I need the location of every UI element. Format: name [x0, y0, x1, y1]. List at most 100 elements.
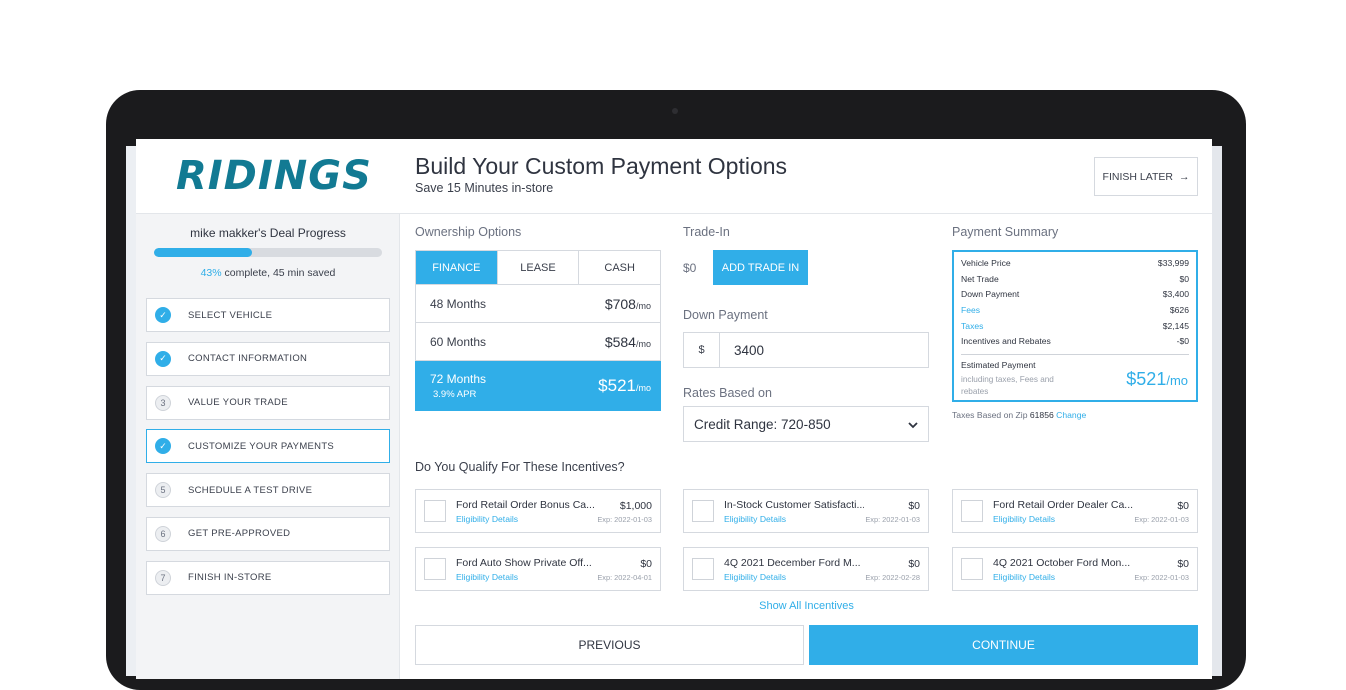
ridings-logo[interactable]: RIDINGS [176, 153, 372, 199]
incentive-card: In-Stock Customer Satisfacti... $0 Eligibi… [683, 489, 929, 533]
incentive-checkbox[interactable] [692, 558, 714, 580]
step-list: ✓ SELECT VEHICLE ✓ CONTACT INFORMATION 3 VALU… [146, 298, 390, 605]
tax-zip-code: 61856 [1029, 410, 1054, 420]
app-window: RIDINGS Build Your Custom Payment Option… [136, 139, 1212, 679]
webcam [672, 108, 678, 114]
step-item[interactable]: 3 VALUE YOUR TRADE [146, 385, 390, 420]
summary-link[interactable]: Taxes [961, 321, 983, 337]
arrow-right-icon: → [1178, 170, 1190, 183]
incentive-checkbox[interactable] [961, 500, 983, 522]
summary-key: Net Trade [961, 273, 999, 284]
estimated-payment-amount: $521 [1126, 369, 1167, 389]
trade-in-label: Trade-In [683, 225, 730, 239]
term-payment: $708/mo [605, 296, 651, 312]
incentive-checkbox[interactable] [424, 558, 446, 580]
eligibility-details-link[interactable]: Eligibility Details [993, 514, 1055, 524]
term-price: $584 [604, 333, 636, 350]
summary-divider [961, 354, 1189, 356]
down-payment-label: Down Payment [683, 308, 768, 322]
incentive-expiry: Exp: 2022-02-28 [865, 573, 920, 582]
summary-row: Vehicle Price $33,999 [961, 258, 1189, 274]
previous-button[interactable]: PREVIOUS [415, 625, 804, 665]
incentives-label: Do You Qualify For These Incentives? [415, 460, 625, 474]
summary-row: Down Payment $3,400 [961, 289, 1189, 305]
term-option[interactable]: 48 Months $708/mo [415, 285, 661, 323]
term-option[interactable]: 60 Months $584/mo [415, 323, 661, 361]
deal-progress-sidebar: mike makker's Deal Progress 43% complete… [136, 214, 400, 679]
finish-later-label: FINISH LATER [1102, 170, 1173, 183]
step-number: 5 [155, 482, 171, 499]
eligibility-details-link[interactable]: Eligibility Details [724, 572, 786, 582]
term-payment: $521/mo [598, 376, 651, 396]
trade-in-value: $0 [683, 261, 697, 275]
ownership-options-label: Ownership Options [415, 225, 522, 239]
eligibility-details-link[interactable]: Eligibility Details [456, 572, 518, 582]
progress-title: mike makker's Deal Progress [190, 226, 346, 240]
term-option[interactable]: 72 Months 3.9% APR $521/mo [415, 361, 661, 411]
incentive-checkbox[interactable] [692, 500, 714, 522]
chevron-down-icon [908, 417, 918, 432]
summary-value: -$0 [1176, 336, 1189, 347]
page-subtitle: Save 15 Minutes in-store [415, 181, 554, 195]
payment-summary-card: Vehicle Price $33,999 Net Trade $0 Down Paym… [952, 250, 1198, 402]
step-item[interactable]: ✓ SELECT VEHICLE [146, 298, 390, 332]
eligibility-details-link[interactable]: Eligibility Details [724, 514, 786, 524]
step-label: VALUE YOUR TRADE [188, 397, 288, 409]
incentive-name: Ford Retail Order Bonus Ca... [456, 499, 595, 511]
summary-value: $2,145 [1162, 320, 1189, 331]
payment-summary-label: Payment Summary [952, 225, 1059, 239]
incentive-card: Ford Auto Show Private Off... $0 Eligibili… [415, 547, 661, 591]
summary-key: Down Payment [961, 289, 1020, 300]
credit-range-select[interactable]: Credit Range: 720-850 [683, 406, 929, 442]
add-trade-in-button[interactable]: ADD TRADE IN [713, 250, 808, 285]
term-price: $521 [598, 375, 636, 395]
continue-button[interactable]: CONTINUE [809, 625, 1198, 665]
incentive-card: 4Q 2021 October Ford Mon... $0 Eligibility… [952, 547, 1198, 591]
incentive-checkbox[interactable] [961, 558, 983, 580]
incentive-amount: $0 [908, 500, 920, 512]
tab-cash[interactable]: CASH [579, 251, 660, 284]
term-price: $708 [604, 295, 636, 312]
step-item[interactable]: ✓ CONTACT INFORMATION [146, 341, 390, 376]
summary-value: $3,400 [1162, 289, 1189, 300]
summary-rows: Vehicle Price $33,999 Net Trade $0 Down Paym… [961, 258, 1189, 352]
background-window-edge [1212, 146, 1222, 676]
eligibility-details-link[interactable]: Eligibility Details [993, 572, 1055, 582]
tab-finance[interactable]: FINANCE [416, 251, 498, 284]
eligibility-details-link[interactable]: Eligibility Details [456, 514, 518, 524]
summary-link[interactable]: Fees [961, 305, 980, 321]
incentive-card: Ford Retail Order Dealer Ca... $0 Eligibil… [952, 489, 1198, 533]
step-label: SELECT VEHICLE [188, 309, 273, 321]
check-icon: ✓ [155, 438, 171, 455]
credit-range-value: Credit Range: 720-850 [694, 416, 831, 432]
incentive-card: 4Q 2021 December Ford M... $0 Eligibility … [683, 547, 929, 591]
progress-bar-fill [154, 248, 253, 257]
down-payment-field: $ [683, 332, 929, 368]
step-label: SCHEDULE A TEST DRIVE [188, 484, 313, 496]
step-item[interactable]: 6 GET PRE-APPROVED [146, 516, 390, 551]
change-zip-link[interactable]: Change [1056, 410, 1086, 420]
tab-lease[interactable]: LEASE [498, 251, 580, 284]
summary-value: $33,999 [1157, 258, 1189, 268]
incentive-name: In-Stock Customer Satisfacti... [724, 499, 864, 511]
incentive-name: Ford Retail Order Dealer Ca... [993, 499, 1133, 511]
progress-percent: 43% [200, 267, 222, 279]
incentive-checkbox[interactable] [424, 500, 446, 522]
step-item[interactable]: 5 SCHEDULE A TEST DRIVE [146, 473, 390, 508]
step-label: CONTACT INFORMATION [188, 353, 308, 365]
term-list: 48 Months $708/mo 60 Months $584/mo 72 Month… [415, 285, 661, 411]
show-all-incentives-link[interactable]: Show All Incentives [415, 600, 1198, 612]
step-item[interactable]: ✓ CUSTOMIZE YOUR PAYMENTS [146, 429, 390, 464]
finish-later-button[interactable]: FINISH LATER → [1094, 157, 1198, 196]
incentive-amount: $0 [908, 558, 920, 570]
step-item[interactable]: 7 FINISH IN-STORE [146, 560, 390, 595]
term-payment: $584/mo [605, 334, 651, 350]
term-months: 60 Months [430, 334, 487, 349]
term-info: 48 Months [430, 297, 486, 311]
incentive-name: Ford Auto Show Private Off... [456, 557, 592, 569]
incentive-amount: $1,000 [619, 500, 652, 512]
incentive-amount: $0 [1177, 558, 1189, 570]
down-payment-input[interactable] [720, 333, 928, 367]
step-number: 7 [155, 569, 171, 586]
summary-value: $626 [1169, 305, 1189, 316]
